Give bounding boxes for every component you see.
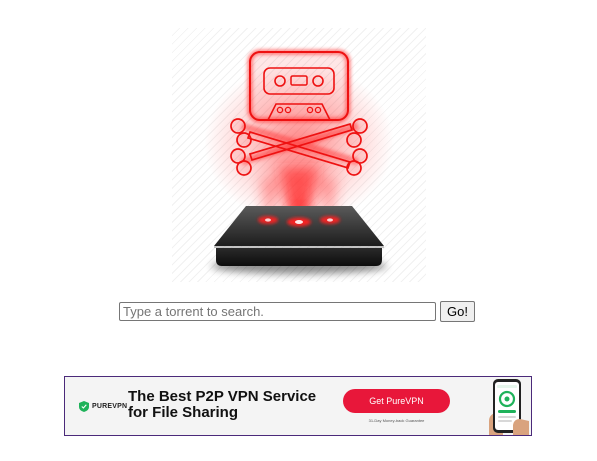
site-logo: [172, 28, 426, 282]
ad-guarantee-text: 31-Day Money-back Guarantee: [368, 418, 425, 423]
page: Go! PUREVPN The Best P2P VPN Service for…: [0, 0, 597, 461]
ad-headline-line-1: The Best P2P VPN Service: [128, 388, 317, 405]
hologram-cassette-skull-logo-icon: [204, 49, 394, 274]
go-button[interactable]: Go!: [440, 301, 475, 322]
ad-brand: PUREVPN: [79, 401, 127, 412]
vpn-ad-banner[interactable]: PUREVPN The Best P2P VPN Service for Fil…: [64, 376, 532, 436]
ad-brand-name: PUREVPN: [92, 403, 128, 410]
search-form: Go!: [119, 301, 475, 322]
ad-headline-line-2: for File Sharing: [128, 404, 239, 421]
purevpn-shield-icon: [79, 401, 89, 412]
search-input[interactable]: [119, 302, 436, 321]
ad-headline: The Best P2P VPN Service for File Sharin…: [128, 389, 328, 421]
phone-app-icon: [489, 379, 529, 435]
get-purevpn-button[interactable]: Get PureVPN: [343, 389, 450, 413]
